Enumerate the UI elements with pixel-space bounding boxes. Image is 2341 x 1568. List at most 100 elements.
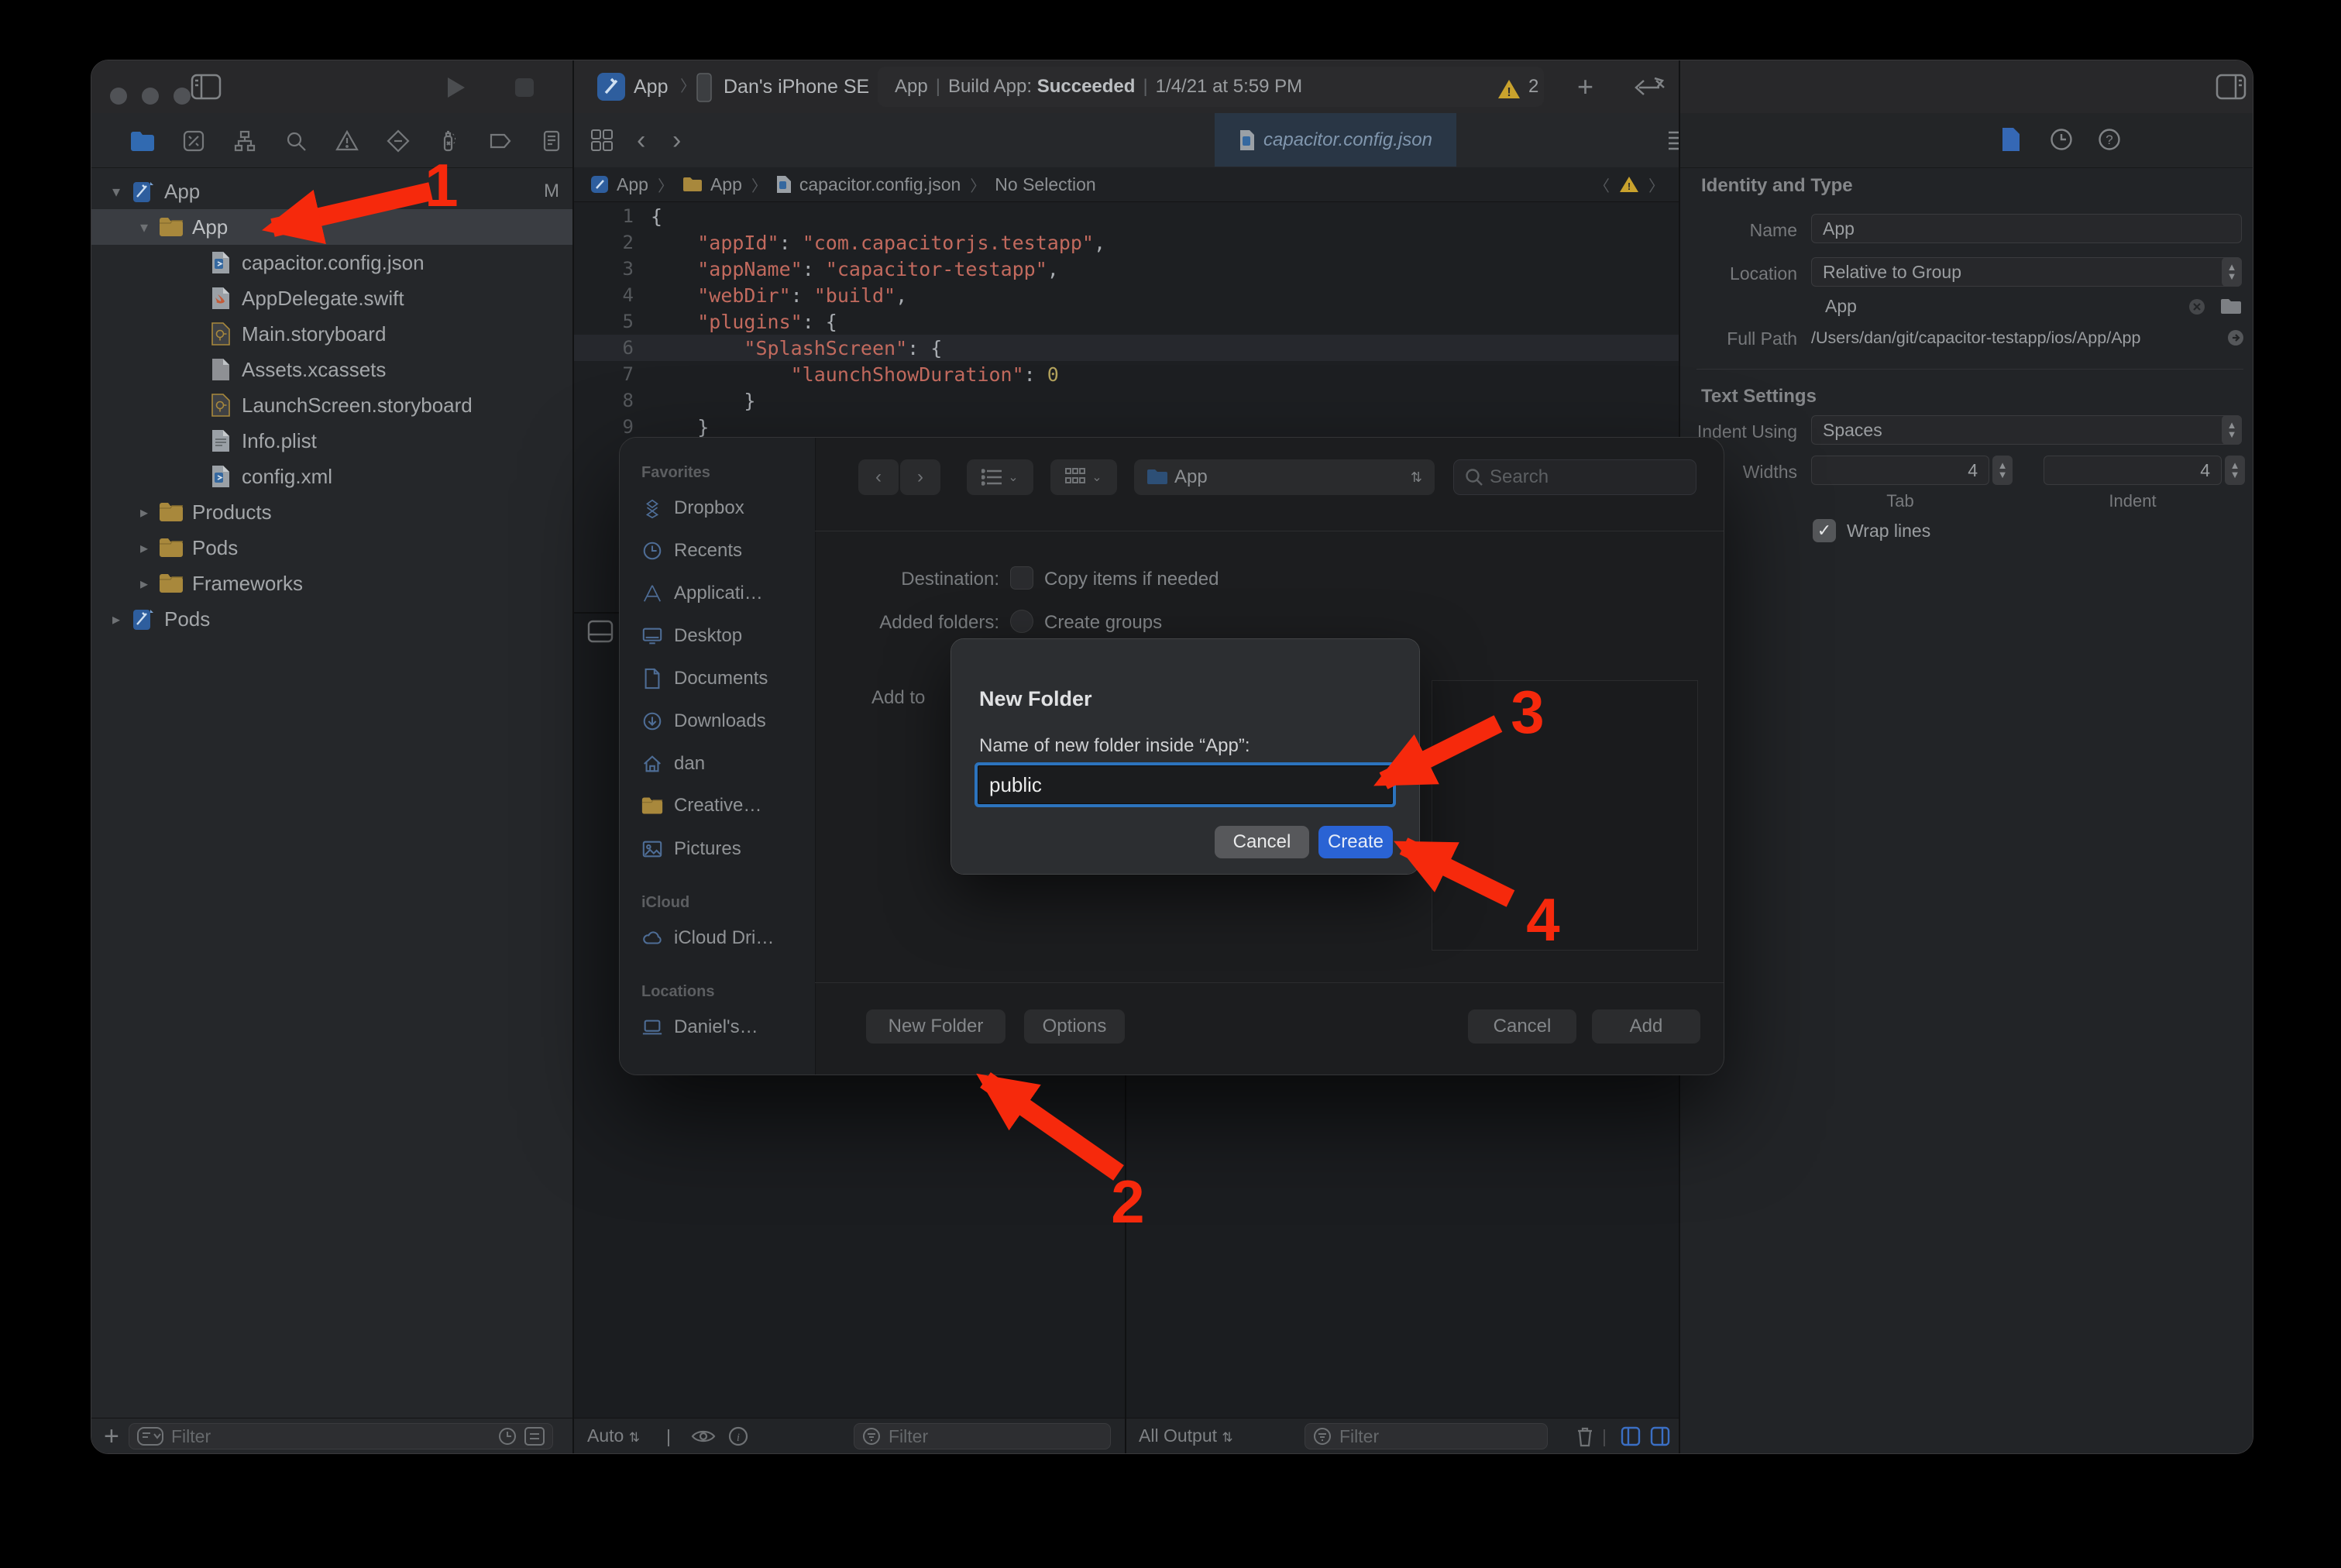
code-review-icon[interactable]	[1633, 77, 1667, 101]
previous-issue-icon[interactable]: 〈	[1585, 174, 1619, 196]
sidebar-item-creative-[interactable]: Creative…	[641, 795, 761, 817]
create-groups-radio[interactable]	[1010, 610, 1033, 633]
folder-name-input[interactable]	[978, 765, 1393, 804]
sidebar-item-dan[interactable]: dan	[641, 752, 705, 775]
indent-using-dropdown[interactable]: Spaces	[1811, 415, 2242, 445]
indent-width-field[interactable]: 4	[2044, 456, 2222, 485]
disclosure-open-icon[interactable]: ▾	[136, 218, 152, 237]
show-variables-view-icon[interactable]	[1621, 1426, 1641, 1446]
hide-debug-area-icon[interactable]	[587, 620, 614, 647]
tree-item-info-plist[interactable]: Info.plist	[91, 423, 573, 459]
run-destination[interactable]: Dan's iPhone SE	[724, 60, 869, 113]
print-description-icon[interactable]: i	[728, 1426, 748, 1446]
code-line-2[interactable]: 2 "appId": "com.capacitorjs.testapp",	[573, 229, 1679, 256]
sidebar-item-icloud-dri-[interactable]: iCloud Dri…	[641, 927, 774, 950]
tree-item-products[interactable]: ▸Products	[91, 494, 573, 530]
sheet-back-button[interactable]: ‹	[858, 459, 899, 495]
copy-items-checkbox[interactable]	[1010, 566, 1033, 590]
tree-item-launchscreen-storyboard[interactable]: LaunchScreen.storyboard	[91, 387, 573, 423]
tree-item-app[interactable]: ▾App	[91, 209, 573, 245]
console-filter-field[interactable]: Filter	[1305, 1423, 1548, 1449]
history-inspector-icon[interactable]	[2050, 128, 2073, 155]
scheme-name[interactable]: App	[634, 60, 668, 113]
tree-item-main-storyboard[interactable]: Main.storyboard	[91, 316, 573, 352]
navigator-filter-field[interactable]: Filter	[129, 1423, 553, 1449]
variables-scope-dropdown[interactable]: Auto ⇅	[587, 1425, 640, 1446]
jumpbar-item[interactable]: App	[703, 174, 742, 195]
jumpbar-item[interactable]: App	[609, 174, 648, 195]
jumpbar-item[interactable]: No Selection	[995, 174, 1095, 195]
reveal-path-arrow-icon[interactable]	[2226, 328, 2245, 347]
file-inspector-icon[interactable]	[2001, 127, 2021, 156]
next-issue-icon[interactable]: 〉	[1639, 174, 1679, 196]
disclosure-closed-icon[interactable]: ▸	[136, 574, 152, 593]
sidebar-item-pictures[interactable]: Pictures	[641, 837, 741, 861]
location-stepper[interactable]: ▲▼	[2222, 257, 2242, 287]
disclosure-closed-icon[interactable]: ▸	[108, 610, 124, 629]
code-line-8[interactable]: 8 }	[573, 387, 1679, 414]
sidebar-item-daniel-s-[interactable]: Daniel's…	[641, 1016, 758, 1039]
disclosure-closed-icon[interactable]: ▸	[136, 538, 152, 558]
sidebar-item-desktop[interactable]: Desktop	[641, 624, 742, 648]
clear-console-trash-icon[interactable]	[1576, 1425, 1594, 1448]
warning-count[interactable]: 2	[1528, 67, 1538, 107]
disclosure-open-icon[interactable]: ▾	[108, 182, 124, 201]
tree-item-pods[interactable]: ▸Pods	[91, 530, 573, 566]
tree-item-pods[interactable]: ▸Pods	[91, 601, 573, 637]
sidebar-item-applicati-[interactable]: Applicati…	[641, 582, 763, 605]
code-line-1[interactable]: 1{	[573, 203, 1679, 229]
scheme-app-icon[interactable]	[596, 72, 626, 105]
editor-tab[interactable]: capacitor.config.json	[1215, 113, 1456, 167]
sheet-add-button[interactable]: Add	[1592, 1009, 1700, 1044]
go-forward-icon[interactable]: ›	[672, 126, 681, 156]
targets-table[interactable]	[1432, 680, 1698, 951]
code-line-9[interactable]: 9 }	[573, 414, 1679, 440]
jumpbar-warning-icon[interactable]: !	[1619, 175, 1639, 194]
jumpbar-item[interactable]: capacitor.config.json	[792, 174, 961, 195]
tree-item-appdelegate-swift[interactable]: AppDelegate.swift	[91, 280, 573, 316]
dialog-cancel-button[interactable]: Cancel	[1215, 826, 1309, 858]
sheet-search-field[interactable]: Search	[1453, 459, 1696, 495]
show-console-view-icon[interactable]	[1650, 1426, 1670, 1446]
disclosure-closed-icon[interactable]: ▸	[136, 503, 152, 522]
sidebar-item-recents[interactable]: Recents	[641, 539, 742, 562]
indent-width-stepper[interactable]: ▲▼	[2225, 456, 2245, 485]
tree-item-assets-xcassets[interactable]: Assets.xcassets	[91, 352, 573, 387]
clear-group-icon[interactable]	[2188, 297, 2206, 316]
sidebar-item-downloads[interactable]: Downloads	[641, 710, 766, 733]
code-line-5[interactable]: 5 "plugins": {	[573, 308, 1679, 335]
warning-triangle-icon[interactable]: !	[1497, 74, 1521, 115]
location-dropdown[interactable]: Relative to Group	[1811, 257, 2242, 287]
tab-width-stepper[interactable]: ▲▼	[1992, 456, 2013, 485]
options-button[interactable]: Options	[1024, 1009, 1125, 1044]
name-field[interactable]: App	[1811, 214, 2242, 243]
help-inspector-icon[interactable]: ?	[2098, 128, 2121, 155]
current-folder-dropdown[interactable]: App ⇅	[1134, 459, 1435, 495]
indent-using-stepper[interactable]: ▲▼	[2222, 415, 2242, 445]
activity-viewer[interactable]: App|Build App: Succeeded|1/4/21 at 5:59 …	[878, 67, 1544, 107]
sidebar-item-documents[interactable]: Documents	[641, 667, 768, 690]
related-items-icon[interactable]	[590, 129, 614, 156]
code-line-3[interactable]: 3 "appName": "capacitor-testapp",	[573, 256, 1679, 282]
quicklook-eye-icon[interactable]	[691, 1428, 716, 1445]
code-line-7[interactable]: 7 "launchShowDuration": 0	[573, 361, 1679, 387]
recent-files-filter-icon[interactable]	[498, 1427, 517, 1446]
tree-item-frameworks[interactable]: ▸Frameworks	[91, 566, 573, 601]
sheet-forward-button[interactable]: ›	[900, 459, 940, 495]
code-line-6[interactable]: 6 "SplashScreen": {	[573, 335, 1679, 361]
source-control-filter-icon[interactable]	[524, 1427, 545, 1446]
sheet-cancel-button[interactable]: Cancel	[1468, 1009, 1576, 1044]
variables-filter-field[interactable]: Filter	[854, 1423, 1111, 1449]
tree-item-config-xml[interactable]: config.xml	[91, 459, 573, 494]
tree-item-capacitor-config-json[interactable]: capacitor.config.json	[91, 245, 573, 280]
choose-folder-icon[interactable]	[2220, 297, 2242, 316]
list-view-button[interactable]: ⌄	[967, 459, 1033, 495]
tree-item-app[interactable]: ▾AppM	[91, 174, 573, 209]
add-library-icon[interactable]: +	[1577, 74, 1593, 99]
add-file-button[interactable]: +	[104, 1422, 119, 1452]
go-back-icon[interactable]: ‹	[637, 126, 645, 156]
wrap-lines-checkbox[interactable]: ✓	[1813, 519, 1836, 542]
console-scope-dropdown[interactable]: All Output ⇅	[1139, 1425, 1233, 1446]
toggle-inspector-icon[interactable]	[2216, 74, 2246, 104]
new-folder-button[interactable]: New Folder	[866, 1009, 1005, 1044]
